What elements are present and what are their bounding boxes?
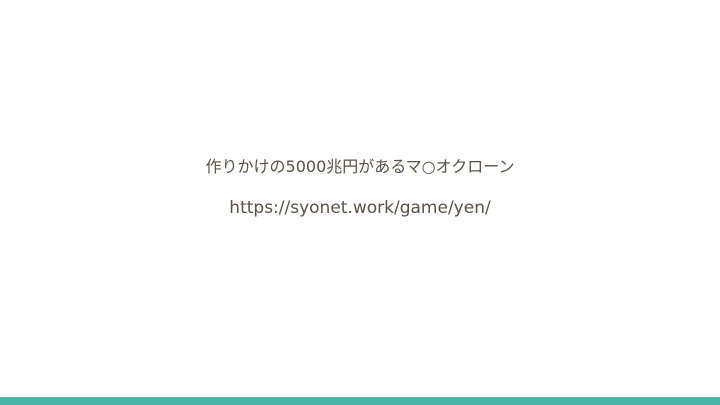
accent-bottom-bar	[0, 397, 720, 405]
slide-url-line: https://syonet.work/game/yen/	[0, 196, 720, 220]
slide-title: 作りかけの5000兆円があるマ○オクローン	[205, 157, 515, 176]
slide: 作りかけの5000兆円があるマ○オクローン https://syonet.wor…	[0, 0, 720, 405]
game-url-link[interactable]: https://syonet.work/game/yen/	[229, 198, 490, 218]
